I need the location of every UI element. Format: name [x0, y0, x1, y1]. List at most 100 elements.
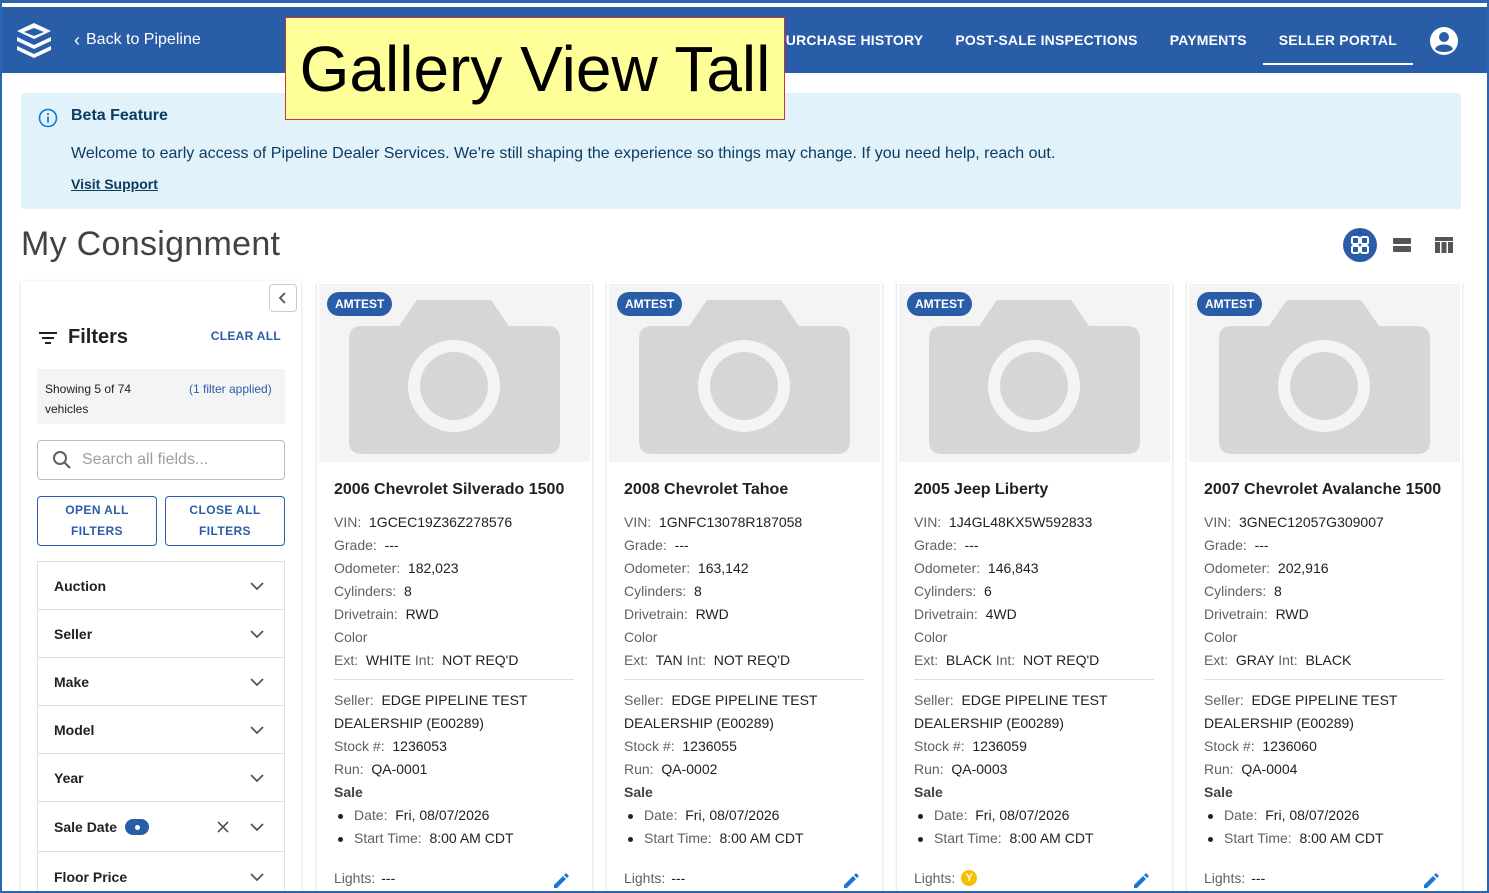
- edit-pencil-icon[interactable]: [1132, 872, 1150, 891]
- visit-support-link[interactable]: Visit Support: [71, 176, 158, 192]
- filter-sale-date[interactable]: Sale Date: [37, 801, 285, 851]
- auction-tag: AMTEST: [1197, 292, 1263, 316]
- run-label: Run:: [1204, 761, 1234, 777]
- edit-pencil-icon[interactable]: [552, 872, 570, 891]
- ext-label: Ext:: [624, 652, 649, 668]
- lights-row: Lights: ---: [334, 870, 395, 886]
- filter-accordion: Auction Seller Make Model Year Sale Date: [37, 561, 285, 891]
- chevron-left-icon: ‹: [74, 30, 80, 50]
- vehicle-details: VIN: 1J4GL48KX5W592833 Grade: --- Odomet…: [914, 511, 1099, 672]
- filter-make[interactable]: Make: [37, 657, 285, 705]
- collapse-sidebar-button[interactable]: [269, 284, 297, 312]
- vehicle-card[interactable]: AMTEST 2005 Jeep Liberty VIN: 1J4GL48KX5…: [897, 282, 1172, 891]
- filter-year[interactable]: Year: [37, 753, 285, 801]
- pipeline-logo-icon[interactable]: [14, 20, 54, 60]
- vehicle-title[interactable]: 2005 Jeep Liberty: [914, 481, 1048, 499]
- cylinders-value: 8: [1274, 583, 1282, 599]
- ext-value: BLACK: [945, 652, 992, 668]
- vehicle-card[interactable]: AMTEST 2006 Chevrolet Silverado 1500 VIN…: [317, 282, 592, 891]
- date-label: Date:: [644, 807, 678, 823]
- close-all-filters-button[interactable]: CLOSE ALL FILTERS: [165, 496, 285, 546]
- vin-value: 1GNFC13078R187058: [659, 514, 803, 530]
- vehicle-photo-placeholder[interactable]: AMTEST: [319, 284, 590, 462]
- vehicle-title[interactable]: 2007 Chevrolet Avalanche 1500: [1204, 481, 1441, 499]
- filters-sidebar: Filters CLEAR ALL Showing 5 of 74 vehicl…: [21, 281, 301, 891]
- search-icon: [53, 451, 71, 469]
- drivetrain-label: Drivetrain:: [334, 606, 398, 622]
- int-value: NOT REQ'D: [713, 652, 791, 668]
- vehicle-title[interactable]: 2006 Chevrolet Silverado 1500: [334, 481, 564, 499]
- cylinders-value: 8: [404, 583, 412, 599]
- seller-label: Seller:: [1204, 692, 1244, 708]
- open-all-filters-button[interactable]: OPEN ALL FILTERS: [37, 496, 157, 546]
- ext-value: GRAY: [1235, 652, 1275, 668]
- filter-label: Year: [54, 769, 84, 786]
- sale-heading: Sale: [334, 784, 363, 800]
- grade-label: Grade:: [914, 537, 957, 553]
- sale-date-value: Fri, 08/07/2026: [1265, 807, 1360, 823]
- start-time-label: Start Time:: [354, 830, 422, 846]
- lights-row: Lights: ---: [624, 870, 685, 886]
- vehicle-card[interactable]: AMTEST 2007 Chevrolet Avalanche 1500 VIN…: [1187, 282, 1462, 891]
- auction-tag: AMTEST: [617, 292, 683, 316]
- nav-purchase-history[interactable]: PURCHASE HISTORY: [760, 7, 939, 73]
- app-window: ‹ Back to Pipeline PURCHASE HISTORY POST…: [0, 0, 1489, 893]
- color-label: Color: [624, 629, 658, 645]
- vehicle-title[interactable]: 2008 Chevrolet Tahoe: [624, 481, 788, 499]
- list-view-button[interactable]: [1385, 228, 1419, 262]
- account-icon[interactable]: [1429, 26, 1459, 56]
- stock-label: Stock #:: [914, 738, 965, 754]
- run-label: Run:: [914, 761, 944, 777]
- vin-label: VIN:: [334, 514, 362, 530]
- showing-count: Showing 5 of 74 vehicles: [45, 382, 132, 416]
- main-nav: PURCHASE HISTORY POST-SALE INSPECTIONS P…: [760, 7, 1414, 73]
- int-label: Int:: [1278, 652, 1298, 668]
- seller-value-cont: DEALERSHIP (E00289): [334, 715, 484, 731]
- nav-payments[interactable]: PAYMENTS: [1154, 7, 1263, 73]
- search-input[interactable]: [82, 451, 272, 469]
- divider: [914, 679, 1154, 680]
- vehicle-photo-placeholder[interactable]: AMTEST: [609, 284, 880, 462]
- filter-seller[interactable]: Seller: [37, 609, 285, 657]
- filter-applied-count[interactable]: (1 filter applied): [189, 379, 279, 399]
- vin-label: VIN:: [914, 514, 942, 530]
- filter-model[interactable]: Model: [37, 705, 285, 753]
- seller-value-cont: DEALERSHIP (E00289): [914, 715, 1064, 731]
- back-to-pipeline-link[interactable]: ‹ Back to Pipeline: [74, 31, 201, 49]
- auction-tag: AMTEST: [327, 292, 393, 316]
- grade-label: Grade:: [1204, 537, 1247, 553]
- results-summary: Showing 5 of 74 vehicles (1 filter appli…: [37, 369, 285, 424]
- vehicle-photo-placeholder[interactable]: AMTEST: [1189, 284, 1460, 462]
- ext-value: WHITE: [365, 652, 412, 668]
- drivetrain-value: RWD: [695, 606, 729, 622]
- grade-label: Grade:: [334, 537, 377, 553]
- chevron-left-icon: [278, 292, 286, 304]
- run-value: QA-0001: [371, 761, 428, 777]
- filter-label: Make: [54, 673, 90, 690]
- filter-auction[interactable]: Auction: [37, 561, 285, 609]
- camera-icon: [639, 300, 850, 454]
- color-label: Color: [914, 629, 948, 645]
- run-label: Run:: [334, 761, 364, 777]
- grid-view-button[interactable]: [1343, 228, 1377, 262]
- grade-label: Grade:: [624, 537, 667, 553]
- lights-value: ---: [1251, 870, 1266, 886]
- edit-pencil-icon[interactable]: [1422, 872, 1440, 891]
- vehicle-photo-placeholder[interactable]: AMTEST: [899, 284, 1170, 462]
- edit-pencil-icon[interactable]: [842, 872, 860, 891]
- search-field[interactable]: [37, 440, 285, 480]
- page-title: My Consignment: [21, 225, 281, 263]
- table-view-button[interactable]: [1427, 228, 1461, 262]
- clear-all-button[interactable]: CLEAR ALL: [211, 329, 281, 343]
- filter-floor-price[interactable]: Floor Price: [37, 851, 285, 891]
- date-label: Date:: [934, 807, 968, 823]
- stock-value: 1236059: [972, 738, 1027, 754]
- nav-post-sale-inspections[interactable]: POST-SALE INSPECTIONS: [939, 7, 1153, 73]
- lights-value: ---: [671, 870, 686, 886]
- nav-seller-portal[interactable]: SELLER PORTAL: [1262, 7, 1414, 73]
- lights-label: Lights:: [624, 870, 666, 886]
- drivetrain-label: Drivetrain:: [624, 606, 688, 622]
- sale-date-value: Fri, 08/07/2026: [395, 807, 490, 823]
- vehicle-card[interactable]: AMTEST 2008 Chevrolet Tahoe VIN: 1GNFC13…: [607, 282, 882, 891]
- int-label: Int:: [414, 652, 435, 668]
